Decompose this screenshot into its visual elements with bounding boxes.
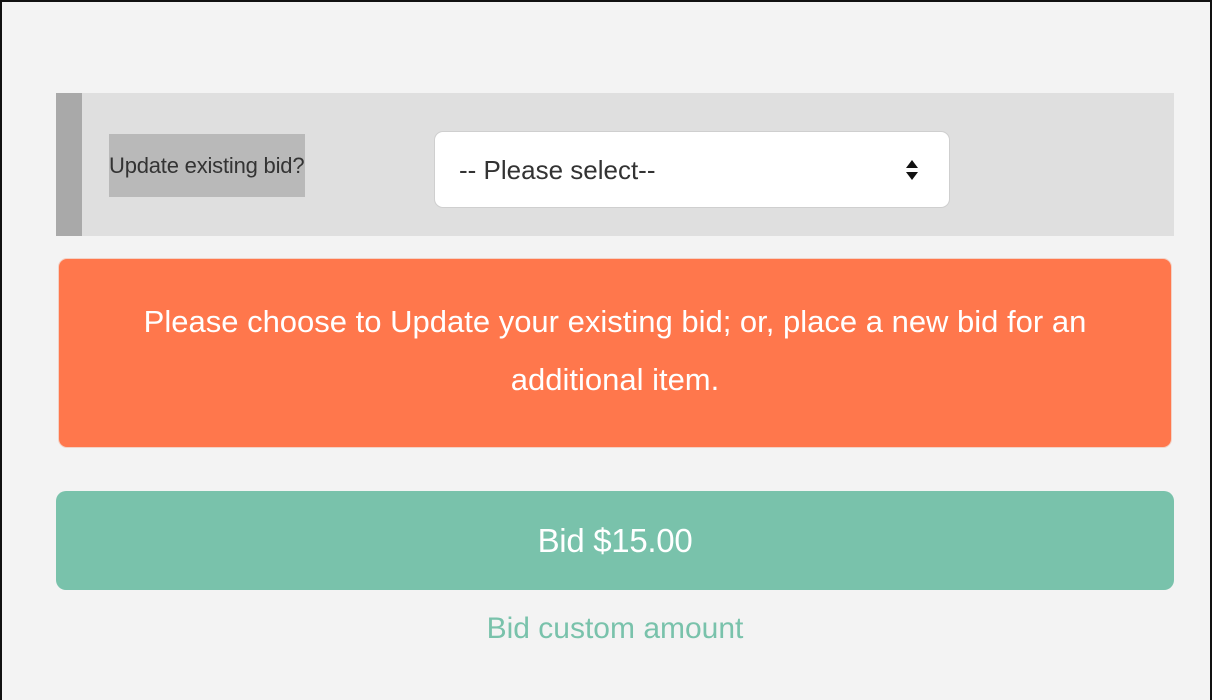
bid-custom-amount-link[interactable]: Bid custom amount [2, 606, 1216, 652]
select-value: -- Please select-- [459, 155, 656, 185]
panel-left-rule [56, 93, 82, 236]
alert-message: Please choose to Update your existing bi… [143, 304, 1087, 397]
sort-icon [906, 160, 918, 180]
alert-message-box: Please choose to Update your existing bi… [58, 258, 1172, 448]
update-bid-label: Update existing bid? [109, 134, 306, 197]
update-bid-panel: Update existing bid? -- Please select-- [56, 93, 1174, 236]
page-frame: Update existing bid? -- Please select-- … [0, 0, 1212, 700]
update-bid-select[interactable]: -- Please select-- [434, 131, 950, 208]
bid-button[interactable]: Bid $15.00 [56, 491, 1174, 590]
bid-button-label: Bid $15.00 [537, 521, 693, 559]
